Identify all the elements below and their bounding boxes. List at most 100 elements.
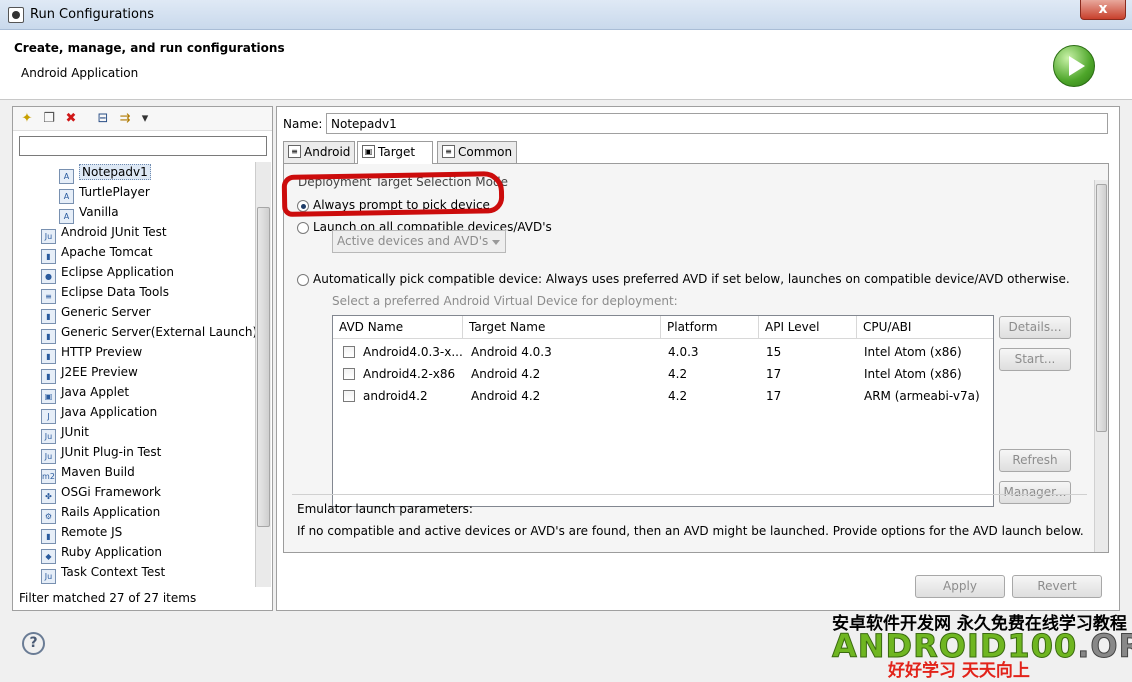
tree-item-label: Remote JS [61, 525, 123, 539]
avd-name-cell: Android4.2-x86 [363, 367, 456, 381]
revert-button[interactable]: Revert [1012, 575, 1102, 598]
tree-item[interactable]: A Vanilla [59, 202, 119, 224]
filter-icon[interactable]: ⇉ [117, 111, 133, 127]
tab-common[interactable]: ≡ Common [437, 141, 517, 163]
tree-item[interactable]: m2 Maven Build [41, 462, 135, 484]
filter-input[interactable] [19, 136, 267, 156]
filter-status: Filter matched 27 of 27 items [19, 591, 197, 605]
tree-item[interactable]: J Java Application [41, 402, 158, 424]
tree-scrollbar[interactable] [255, 162, 271, 587]
apply-button[interactable]: Apply [915, 575, 1005, 598]
tab-common-label: Common [458, 145, 513, 159]
avd-checkbox[interactable] [343, 368, 355, 380]
tree-item[interactable]: Ju JUnit [41, 422, 89, 444]
platform-cell: 4.0.3 [668, 345, 699, 359]
content-scrollbar[interactable] [1094, 180, 1108, 552]
run-icon [1053, 45, 1095, 87]
task-context-icon: Ju [41, 569, 56, 584]
platform-cell: 4.2 [668, 367, 688, 381]
delete-icon[interactable]: ✖ [63, 111, 79, 127]
tree-item[interactable]: ▮ J2EE Preview [41, 362, 138, 384]
tree-item-label: Vanilla [79, 205, 119, 219]
new-config-icon[interactable]: ✦ [19, 111, 35, 127]
tree-item-label: TurtlePlayer [79, 185, 150, 199]
tree-item[interactable]: Ju Task Context Test [41, 562, 166, 584]
target-tab-icon: ▣ [362, 145, 375, 158]
cpu-cell: Intel Atom (x86) [864, 367, 962, 381]
avd-checkbox[interactable] [343, 390, 355, 402]
tree-item[interactable]: ▮ Generic Server [41, 302, 151, 324]
tree-item[interactable]: ▮ Apache Tomcat [41, 242, 153, 264]
start-button[interactable]: Start... [999, 348, 1071, 371]
common-tab-icon: ≡ [442, 145, 455, 158]
cpu-cell: ARM (armeabi-v7a) [864, 389, 980, 403]
launch-devices-combo[interactable]: Active devices and AVD's [332, 230, 506, 253]
auto-pick-radio[interactable] [297, 274, 309, 286]
tree-item[interactable]: Ju Android JUnit Test [41, 222, 167, 244]
tree-item[interactable]: ▮ HTTP Preview [41, 342, 143, 364]
auto-pick-label[interactable]: Automatically pick compatible device: Al… [313, 272, 1070, 286]
target-cell: Android 4.2 [471, 367, 541, 381]
name-input[interactable] [326, 113, 1108, 134]
tree-item[interactable]: A Notepadv1 [59, 162, 151, 184]
menu-dropdown-icon[interactable]: ▾ [137, 111, 153, 127]
header-subtitle: Android Application [21, 66, 139, 80]
api-cell: 17 [766, 389, 782, 403]
tree-item-label: Eclipse Data Tools [61, 285, 169, 299]
col-platform[interactable]: Platform [661, 316, 759, 339]
tab-target[interactable]: ▣ Target [357, 141, 433, 164]
tab-target-label: Target [378, 145, 416, 159]
watermark-line3: 好好学习 天天向上 [888, 661, 1030, 681]
avd-name-cell: Android4.0.3-x... [363, 345, 463, 359]
col-cpu-abi[interactable]: CPU/ABI [857, 316, 993, 339]
tree-item[interactable]: A TurtlePlayer [59, 182, 150, 204]
details-button[interactable]: Details... [999, 316, 1071, 339]
tree-item[interactable]: ≡ Eclipse Data Tools [41, 282, 169, 304]
tree-item-label: J2EE Preview [61, 365, 138, 379]
col-target-name[interactable]: Target Name [463, 316, 661, 339]
tree-item[interactable]: ⚙ Rails Application [41, 502, 160, 524]
tree-item[interactable]: Ju JUnit Plug-in Test [41, 442, 161, 464]
config-toolbar: ✦ ❐ ✖ ⊟ ⇉ ▾ [13, 107, 272, 131]
duplicate-icon[interactable]: ❐ [41, 111, 57, 127]
tree-item[interactable]: ◆ Ruby Application [41, 542, 162, 564]
content-scroll-thumb[interactable] [1096, 184, 1107, 432]
tree-item[interactable]: ✤ OSGi Framework [41, 482, 161, 504]
api-cell: 15 [766, 345, 782, 359]
tree-item-label: Task Context Test [61, 565, 166, 579]
tab-android[interactable]: ≡ Android [283, 141, 355, 163]
close-button[interactable]: x [1080, 0, 1126, 20]
emulator-label: Emulator launch parameters: [297, 502, 473, 516]
android-tab-icon: ≡ [288, 145, 301, 158]
title-bar: Run Configurations x [0, 0, 1132, 30]
combo-value: Active devices and AVD's [337, 234, 489, 248]
avd-name-cell: android4.2 [363, 389, 428, 403]
target-tab-content: Deployment Target Selection Mode Always … [283, 163, 1109, 553]
tree-item[interactable]: ● Eclipse Application [41, 262, 174, 284]
tree-item-label: JUnit [61, 425, 89, 439]
highlight-annotation [281, 171, 505, 217]
help-icon[interactable]: ? [22, 632, 45, 655]
tree-item[interactable]: ▮ Remote JS [41, 522, 123, 544]
cpu-cell: Intel Atom (x86) [864, 345, 962, 359]
tree-item-label: Maven Build [61, 465, 135, 479]
tree-item-label: Generic Server [61, 305, 151, 319]
collapse-all-icon[interactable]: ⊟ [95, 111, 111, 127]
tree-item[interactable]: ▮ Generic Server(External Launch) [41, 322, 255, 344]
col-avd-name[interactable]: AVD Name [333, 316, 463, 339]
dialog-header: Create, manage, and run configurations A… [0, 30, 1132, 100]
avd-table: AVD Name Target Name Platform API Level … [332, 315, 994, 507]
tree-item-label: Java Application [61, 405, 158, 419]
refresh-button[interactable]: Refresh [999, 449, 1071, 472]
tree-item-label: Notepadv1 [79, 164, 151, 180]
avd-hint: Select a preferred Android Virtual Devic… [332, 294, 678, 308]
tree-item[interactable]: ▣ Java Applet [41, 382, 129, 404]
tree-item-label: HTTP Preview [61, 345, 143, 359]
avd-checkbox[interactable] [343, 346, 355, 358]
target-cell: Android 4.2 [471, 389, 541, 403]
emulator-group: Emulator launch parameters: If no compat… [292, 494, 1087, 552]
col-api-level[interactable]: API Level [759, 316, 857, 339]
launch-all-radio[interactable] [297, 222, 309, 234]
tree-item-label: Generic Server(External Launch) [61, 325, 255, 339]
tree-scroll-thumb[interactable] [257, 207, 270, 527]
